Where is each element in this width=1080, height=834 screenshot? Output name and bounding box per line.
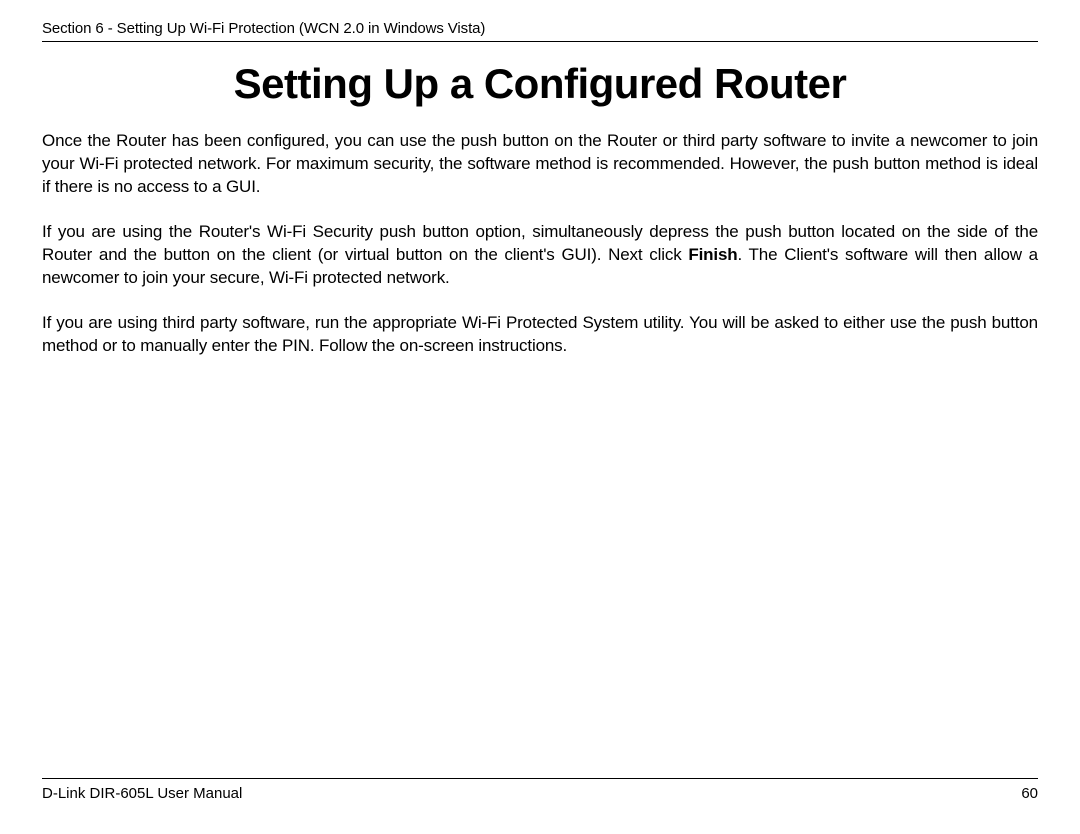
footer-manual-name: D-Link DIR-605L User Manual <box>42 785 242 802</box>
body-paragraph-1: Once the Router has been configured, you… <box>42 130 1038 199</box>
body-paragraph-3: If you are using third party software, r… <box>42 312 1038 358</box>
section-header-text: Section 6 - Setting Up Wi-Fi Protection … <box>42 20 1038 37</box>
body-paragraph-2: If you are using the Router's Wi-Fi Secu… <box>42 221 1038 290</box>
page-header: Section 6 - Setting Up Wi-Fi Protection … <box>42 20 1038 42</box>
footer-page-number: 60 <box>1021 785 1038 802</box>
p2-bold-finish: Finish <box>688 245 737 264</box>
page-footer: D-Link DIR-605L User Manual 60 <box>42 778 1038 802</box>
page-title: Setting Up a Configured Router <box>42 60 1038 108</box>
